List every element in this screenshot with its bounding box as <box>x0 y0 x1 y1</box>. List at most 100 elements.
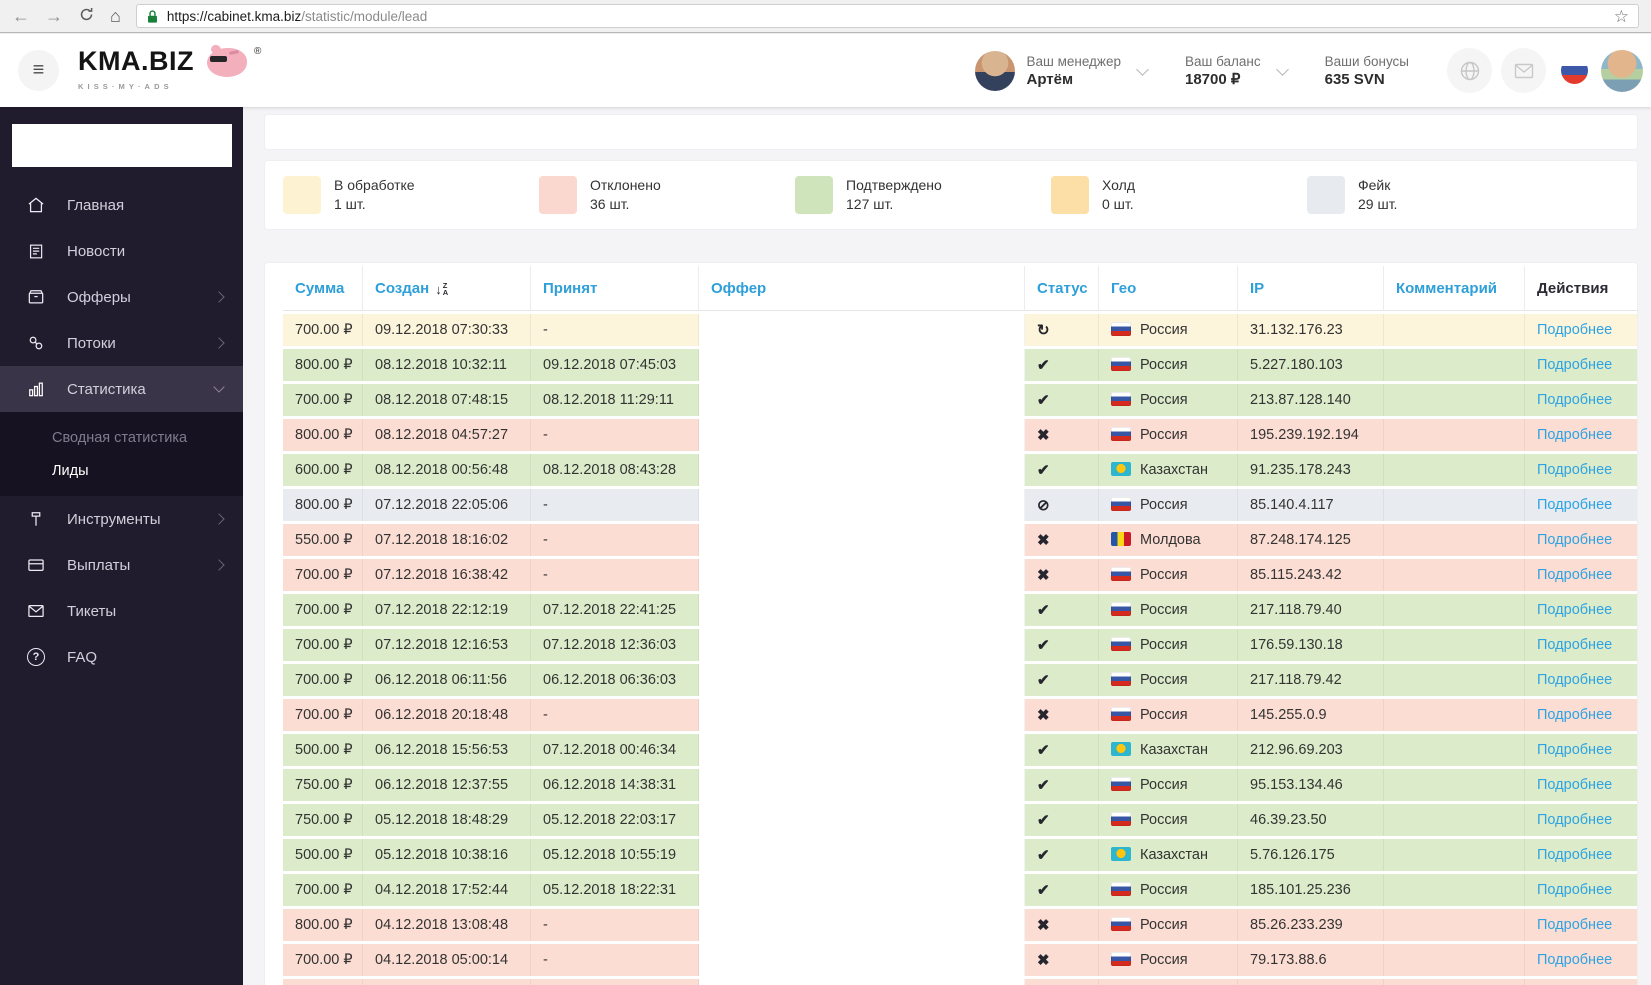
details-link[interactable]: Подробнее <box>1537 322 1612 338</box>
details-link[interactable]: Подробнее <box>1537 462 1612 478</box>
messages-button[interactable] <box>1501 48 1546 93</box>
details-link[interactable]: Подробнее <box>1537 847 1612 863</box>
user-avatar[interactable] <box>1601 49 1643 92</box>
details-link[interactable]: Подробнее <box>1537 427 1612 443</box>
ip-cell: 212.96.69.203 <box>1238 734 1384 766</box>
status-cell: ✔ <box>1025 594 1099 626</box>
sidebar-item-home[interactable]: Главная <box>0 182 243 228</box>
flag-ru-icon <box>1111 777 1131 791</box>
manager-dropdown[interactable]: Ваш менеджер Артём <box>974 50 1149 91</box>
column-header-7[interactable]: IP <box>1238 266 1384 311</box>
details-link[interactable]: Подробнее <box>1537 637 1612 653</box>
column-header-1[interactable]: Сумма <box>283 266 363 311</box>
accepted-cell: 07.12.2018 22:41:25 <box>531 594 699 626</box>
menu-toggle-button[interactable]: ≡ <box>18 50 59 91</box>
sidebar-item-statistics[interactable]: Статистика <box>0 366 243 412</box>
comment-cell <box>1384 664 1525 696</box>
action-cell: Подробнее <box>1525 804 1637 836</box>
sidebar-item-news[interactable]: Новости <box>0 228 243 274</box>
details-link[interactable]: Подробнее <box>1537 952 1612 968</box>
bonus-block: Ваши бонусы 635 SVN <box>1325 53 1409 89</box>
legend-item: Отклонено 36 шт. <box>539 176 795 229</box>
column-header-4[interactable]: Оффер <box>699 266 1025 311</box>
sidebar-item-tools[interactable]: Инструменты <box>0 496 243 542</box>
created-cell: 07.12.2018 18:16:02 <box>363 524 531 556</box>
column-header-6[interactable]: Гео <box>1099 266 1238 311</box>
details-link[interactable]: Подробнее <box>1537 567 1612 583</box>
details-link[interactable]: Подробнее <box>1537 742 1612 758</box>
lock-icon <box>147 9 157 23</box>
mail-icon <box>1514 63 1533 78</box>
legend-item: Холд 0 шт. <box>1051 176 1307 229</box>
status-cell: ✔ <box>1025 874 1099 906</box>
ip-cell: 85.140.4.117 <box>1238 489 1384 521</box>
geo-cell: Казахстан <box>1099 454 1238 486</box>
logo[interactable]: KMA.BIZ ® KISS·MY·ADS <box>78 43 261 91</box>
sidebar-item-offers[interactable]: Офферы <box>0 274 243 320</box>
browser-refresh-icon[interactable] <box>78 6 95 26</box>
details-link[interactable]: Подробнее <box>1537 497 1612 513</box>
legend-count: 0 шт. <box>1102 196 1134 212</box>
action-cell: Подробнее <box>1525 454 1637 486</box>
browser-home-icon[interactable]: ⌂ <box>110 7 121 25</box>
russian-flag-icon[interactable] <box>1561 57 1588 84</box>
column-header-5[interactable]: Статус <box>1025 266 1099 311</box>
status-cell: ✔ <box>1025 839 1099 871</box>
legend-swatch <box>795 176 833 214</box>
legend-item: В обработке 1 шт. <box>283 176 539 229</box>
accepted-cell: - <box>531 699 699 731</box>
table-row: 750.00 ₽05.12.2018 18:48:29 05.12.2018 22… <box>283 804 1637 836</box>
accepted-cell: 05.12.2018 10:55:19 <box>531 839 699 871</box>
bar-chart-icon <box>25 379 47 399</box>
details-link[interactable]: Подробнее <box>1537 707 1612 723</box>
geo-cell: Россия <box>1099 874 1238 906</box>
browser-forward-icon[interactable]: → <box>45 7 63 25</box>
address-bar[interactable]: https://cabinet.kma.biz/statistic/module… <box>135 4 1639 28</box>
details-link[interactable]: Подробнее <box>1537 532 1612 548</box>
details-link[interactable]: Подробнее <box>1537 882 1612 898</box>
browser-back-icon[interactable]: ← <box>12 7 30 25</box>
geo-cell: Россия <box>1099 314 1238 346</box>
home-icon <box>25 195 47 215</box>
sidebar-item-faq[interactable]: ? FAQ <box>0 634 243 680</box>
legend-swatch <box>283 176 321 214</box>
envelope-icon <box>25 601 47 621</box>
details-link[interactable]: Подробнее <box>1537 672 1612 688</box>
action-cell: Подробнее <box>1525 944 1637 976</box>
sidebar-subitem-summary-statistics[interactable]: Сводная статистика <box>0 421 243 454</box>
geo-cell: Россия <box>1099 419 1238 451</box>
status-fake-icon: ⊘ <box>1037 497 1050 514</box>
flag-ru-icon <box>1111 392 1131 406</box>
pig-mascot-icon <box>199 43 249 79</box>
status-confirmed-icon: ✔ <box>1037 847 1050 864</box>
sidebar-item-tickets[interactable]: Тикеты <box>0 588 243 634</box>
table-row: 550.00 ₽07.12.2018 18:16:02- ✖ Молдова 87.2… <box>283 524 1637 556</box>
ip-cell: 31.132.176.23 <box>1238 314 1384 346</box>
details-link[interactable]: Подробнее <box>1537 357 1612 373</box>
table-body: 700.00 ₽09.12.2018 07:30:33- ↻ Россия 31.13… <box>283 314 1637 985</box>
details-link[interactable]: Подробнее <box>1537 917 1612 933</box>
question-circle-icon: ? <box>25 648 47 666</box>
created-cell: 07.12.2018 22:05:06 <box>363 489 531 521</box>
sidebar-item-streams[interactable]: Потоки <box>0 320 243 366</box>
flag-ru-icon <box>1111 322 1131 336</box>
ip-cell: 5.76.126.175 <box>1238 839 1384 871</box>
sum-cell: 500.00 ₽ <box>283 839 363 871</box>
column-header-3[interactable]: Принят <box>531 266 699 311</box>
details-link[interactable]: Подробнее <box>1537 777 1612 793</box>
action-cell: Подробнее <box>1525 419 1637 451</box>
details-link[interactable]: Подробнее <box>1537 602 1612 618</box>
language-globe-button[interactable] <box>1447 48 1492 93</box>
geo-cell: Россия <box>1099 944 1238 976</box>
balance-dropdown[interactable]: Ваш баланс 18700 ₽ <box>1185 53 1289 89</box>
details-link[interactable]: Подробнее <box>1537 392 1612 408</box>
details-link[interactable]: Подробнее <box>1537 812 1612 828</box>
column-header-2[interactable]: Создан ↓ Z A <box>363 266 531 311</box>
status-cell: ✔ <box>1025 454 1099 486</box>
status-rejected-icon: ✖ <box>1037 707 1050 724</box>
bookmark-star-icon[interactable]: ☆ <box>1614 8 1629 25</box>
column-header-8[interactable]: Комментарий <box>1384 266 1525 311</box>
sidebar-subitem-leads[interactable]: Лиды <box>0 454 243 487</box>
sidebar-item-payouts[interactable]: Выплаты <box>0 542 243 588</box>
legend-item: Подтверждено 127 шт. <box>795 176 1051 229</box>
